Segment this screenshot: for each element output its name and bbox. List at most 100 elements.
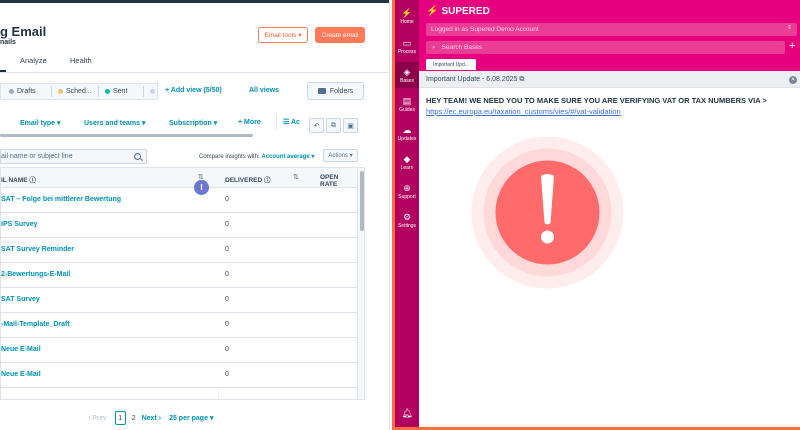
email-name-link[interactable]: SAT Survey Reminder — [1, 246, 74, 253]
supered-logo: ⚡ SUPERED — [426, 6, 490, 17]
filter-lines-icon: ☰ — [283, 119, 291, 126]
sidebar-label: Guides — [399, 106, 415, 113]
sidebar-item-updates[interactable]: ☁ Updates — [395, 120, 419, 146]
bases-search-input[interactable]: ⌕ Search Bases — [426, 41, 785, 54]
compare-insights[interactable]: Compare insights with: Account average ▾ — [199, 153, 314, 160]
sidebar-label: Process — [397, 48, 417, 55]
sidebar-item-bases[interactable]: ◈ Bases — [395, 62, 419, 88]
bell-icon[interactable]: 🔔︎ — [395, 408, 419, 419]
sidebar-item-home[interactable]: ⚡ Home — [395, 3, 419, 29]
undo-icon[interactable]: ↶ — [309, 118, 324, 133]
folders-button[interactable]: Folders — [307, 82, 364, 100]
sort-icon[interactable]: ⇅ — [293, 173, 299, 181]
filter-label: Users and teams — [84, 120, 141, 127]
page-size-select[interactable]: 25 per page ▾ — [169, 414, 213, 422]
view-tab-label: Sched... — [66, 88, 92, 95]
info-icon: ⓘ — [264, 177, 271, 184]
view-tab-label: Sent — [113, 88, 128, 95]
status-dot — [9, 89, 14, 94]
add-view-button[interactable]: + Add view (5/50) — [165, 87, 222, 94]
column-label: DELIVERED — [225, 177, 263, 184]
email-name-link[interactable]: SAT Survey — [1, 296, 40, 303]
email-name-link[interactable]: Neue E-Mail — [1, 346, 41, 353]
actions-button[interactable]: Actions ▾ — [323, 149, 358, 162]
table-row[interactable]: 2-Bewertungs-E-Mail 0 — [1, 263, 357, 288]
search-input[interactable]: ail name or subject line — [0, 149, 147, 164]
brand-name: SUPERED — [441, 6, 490, 17]
column-name-header[interactable]: IL NAME ⓘ — [1, 174, 36, 184]
page-2-link[interactable]: 2 — [132, 415, 136, 422]
column-open-rate-header[interactable]: OPEN RATE — [320, 174, 357, 188]
cursor-badge: I — [194, 180, 209, 195]
table-row[interactable]: SAT – Folge bei mittlerer Bewertung 0 — [1, 188, 357, 213]
filter-subscription[interactable]: Subscription ▾ — [169, 119, 217, 127]
email-name-link[interactable]: SAT – Folge bei mittlerer Bewertung — [1, 196, 121, 203]
account-text: Logged in as Supered Demo Account — [431, 26, 539, 33]
table-row[interactable]: Neue E-Mail 0 — [1, 363, 357, 388]
alert-icon — [471, 136, 624, 289]
vat-validation-link[interactable]: https://ec.europa.eu/taxation_customs/vi… — [426, 107, 621, 116]
copy-icon[interactable]: ⧉ — [326, 118, 341, 133]
account-select[interactable]: Logged in as Supered Demo Account ⇕ — [426, 23, 797, 36]
sidebar-item-settings[interactable]: ⚙ Settings — [395, 207, 419, 233]
tabs-divider — [0, 72, 389, 73]
tab-health[interactable]: Health — [70, 56, 92, 65]
email-tools-button[interactable]: Email tools ▾ — [258, 27, 308, 43]
table-row[interactable]: -Mail-Template_Draft 0 — [1, 313, 357, 338]
all-views-link[interactable]: All views — [249, 87, 279, 94]
email-name-link[interactable]: -Mail-Template_Draft — [1, 321, 70, 328]
tab-analyze[interactable]: Analyze — [20, 56, 47, 65]
table-row[interactable]: SAT Survey Reminder 0 — [1, 238, 357, 263]
status-dot — [105, 89, 110, 94]
horizontal-scrollbar[interactable] — [0, 134, 253, 137]
filter-email-type[interactable]: Email type ▾ — [20, 119, 60, 127]
save-view-icon[interactable]: ▣ — [343, 118, 358, 133]
column-delivered-header[interactable]: DELIVERED ⓘ — [225, 174, 271, 184]
sidebar-item-guides[interactable]: ▤ Guides — [395, 91, 419, 117]
lightning-icon: ⚡ — [401, 7, 413, 18]
status-dot — [58, 89, 63, 94]
view-tab-sent[interactable]: Sent — [105, 84, 127, 99]
lightning-icon: ⚡ — [426, 6, 439, 17]
caret-down-icon: ▾ — [311, 154, 315, 160]
prev-page-button[interactable]: ‹ Prev — [88, 415, 107, 422]
email-name-link[interactable]: IPS Survey — [1, 221, 38, 228]
create-email-button[interactable]: Create email — [315, 27, 365, 43]
sidebar-item-support[interactable]: ⊕ Support — [395, 178, 419, 204]
graduation-cap-icon: ◆ — [403, 153, 411, 164]
table-row[interactable]: Neue E-Mail 0 — [1, 338, 357, 363]
filter-users-teams[interactable]: Users and teams ▾ — [84, 119, 146, 127]
add-icon[interactable]: + — [789, 40, 795, 52]
gear-icon: ⚙ — [402, 211, 412, 222]
close-icon[interactable]: × — [789, 76, 797, 84]
tab-important-update[interactable]: Important Upd... — [426, 59, 476, 70]
view-tab-scheduled[interactable]: Sched... — [58, 84, 92, 99]
table-row[interactable]: IPS Survey 0 — [1, 213, 357, 238]
sidebar-label: Support — [398, 193, 416, 200]
caret-down-icon: ▾ — [349, 153, 353, 159]
advanced-filters-button[interactable]: ☰ Ac — [283, 118, 300, 126]
sidebar-item-learn[interactable]: ◆ Learn — [395, 149, 419, 175]
filter-more[interactable]: + More — [238, 119, 261, 126]
table-row[interactable]: SAT Survey 0 — [1, 288, 357, 313]
tab-separator — [98, 86, 99, 97]
vertical-scrollbar[interactable] — [357, 168, 364, 399]
notice-title: Important Update - 6.08.2025 ⧉ — [426, 76, 524, 84]
search-icon — [134, 153, 141, 160]
view-tab-more[interactable] — [150, 84, 158, 99]
filter-label: Subscription — [169, 120, 212, 127]
prev-label: Prev — [92, 414, 107, 422]
email-app-panel: g Email nails Email tools ▾ Create email… — [0, 0, 390, 430]
email-name-link[interactable]: 2-Bewertungs-E-Mail — [1, 271, 70, 278]
layers-icon: ◈ — [403, 66, 411, 77]
caret-down-icon: ▾ — [141, 120, 146, 127]
scrollbar-thumb[interactable] — [360, 171, 364, 231]
email-name-link[interactable]: Neue E-Mail — [1, 371, 41, 378]
current-page[interactable]: 1 — [114, 411, 126, 425]
next-page-button[interactable]: Next › — [142, 415, 161, 422]
external-link-icon[interactable]: ⧉ — [519, 76, 524, 83]
sidebar-item-process[interactable]: ▭ Process — [395, 33, 419, 59]
compare-value: Account average — [261, 154, 310, 160]
view-tab-drafts[interactable]: Drafts — [9, 84, 36, 99]
column-label: OPEN RATE — [320, 174, 339, 188]
